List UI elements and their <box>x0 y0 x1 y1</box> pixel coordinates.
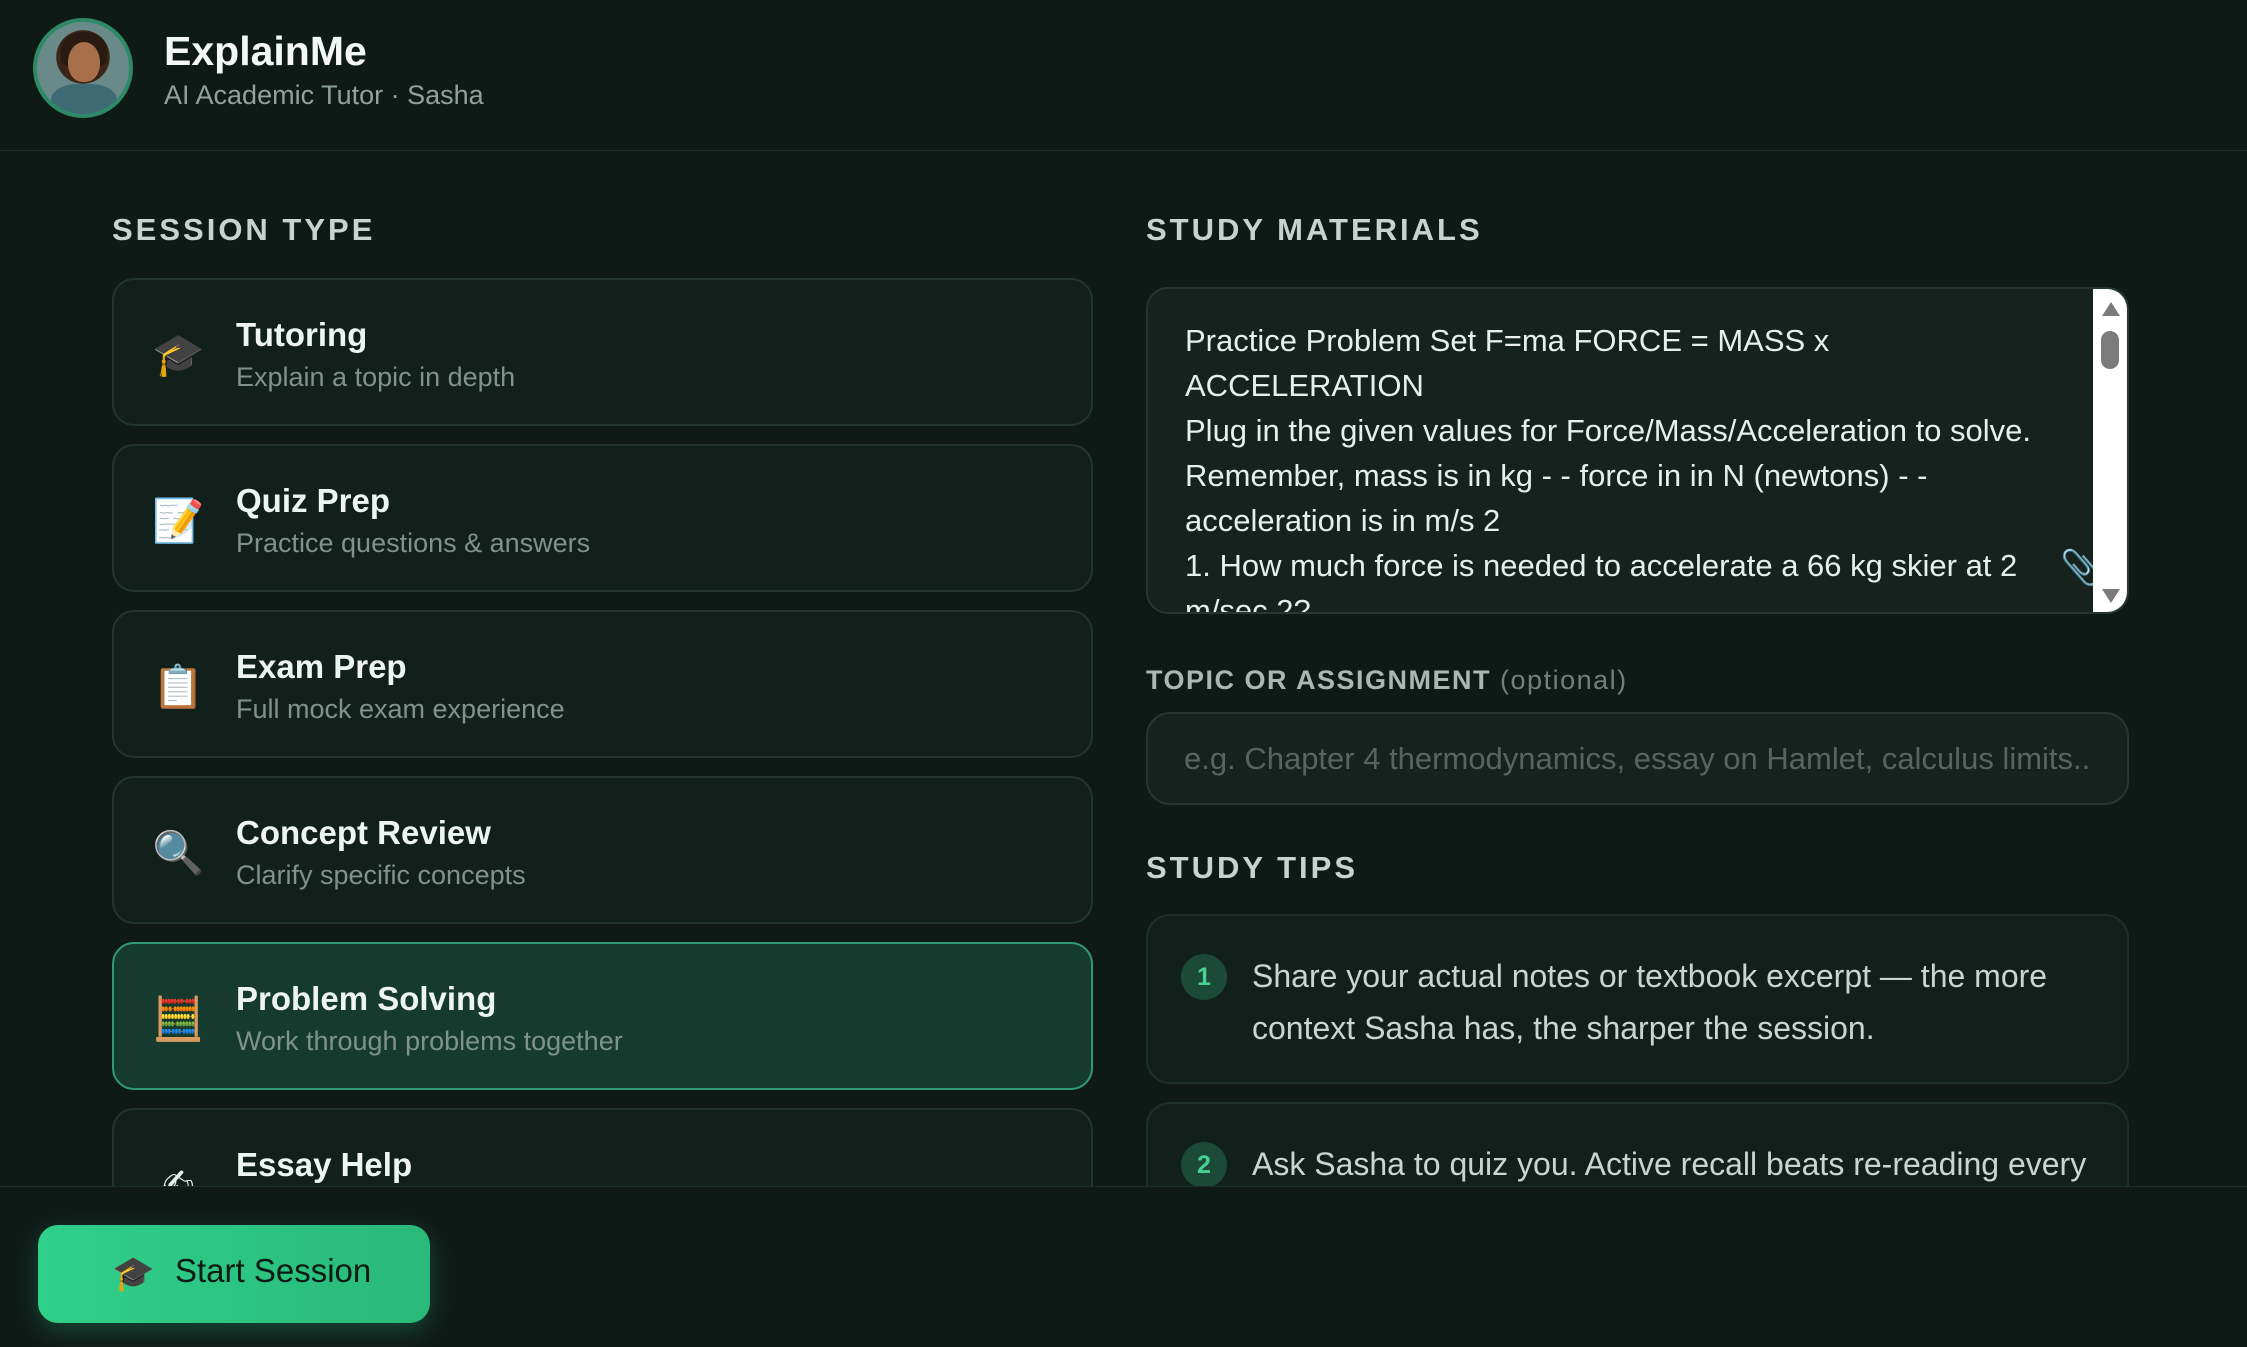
topic-optional-hint: (optional) <box>1500 665 1628 695</box>
session-option-title: Tutoring <box>236 316 368 353</box>
avatar-face <box>68 42 100 82</box>
start-session-button[interactable]: 🎓 Start Session <box>38 1225 430 1323</box>
session-option-tutoring[interactable]: 🎓 Tutoring Explain a topic in depth <box>112 278 1093 426</box>
abacus-icon: 🧮 <box>152 995 205 1042</box>
app-window: ExplainMe AI Academic Tutor · Sasha SESS… <box>0 0 2247 1347</box>
materials-scrollbar[interactable] <box>2093 289 2127 612</box>
app-subtitle: AI Academic Tutor · Sasha <box>164 80 484 110</box>
tutor-avatar <box>33 18 133 118</box>
memo-icon: 📝 <box>152 497 205 544</box>
session-option-title: Problem Solving <box>236 980 497 1017</box>
tip-text: Share your actual notes or textbook exce… <box>1252 958 2048 1046</box>
session-type-heading: SESSION TYPE <box>112 212 376 247</box>
session-option-essay-help[interactable]: ✍ Essay Help <box>112 1108 1093 1186</box>
session-option-exam-prep[interactable]: 📋 Exam Prep Full mock exam experience <box>112 610 1093 758</box>
tip-number-badge: 2 <box>1181 1142 1227 1186</box>
session-option-concept-review[interactable]: 🔍 Concept Review Clarify specific concep… <box>112 776 1093 924</box>
tip-card: 1 Share your actual notes or textbook ex… <box>1146 914 2129 1084</box>
scroll-thumb[interactable] <box>2101 331 2119 369</box>
session-option-desc: Explain a topic in depth <box>236 362 516 392</box>
session-option-title: Essay Help <box>236 1146 413 1183</box>
session-option-problem-solving[interactable]: 🧮 Problem Solving Work through problems … <box>112 942 1093 1090</box>
topic-input[interactable] <box>1146 712 2129 805</box>
graduation-cap-icon: 🎓 <box>152 331 205 378</box>
avatar-body <box>51 84 117 114</box>
graduation-cap-icon: 🎓 <box>112 1255 155 1293</box>
tip-number-badge: 1 <box>1181 954 1227 1000</box>
session-option-title: Concept Review <box>236 814 491 851</box>
writing-hand-icon: ✍ <box>159 1161 195 1186</box>
start-session-label: Start Session <box>175 1252 372 1289</box>
scroll-down-arrow-icon[interactable] <box>2102 589 2120 603</box>
session-option-desc: Full mock exam experience <box>236 694 565 724</box>
session-option-quiz-prep[interactable]: 📝 Quiz Prep Practice questions & answers <box>112 444 1093 592</box>
study-tips-heading: STUDY TIPS <box>1146 850 1359 885</box>
session-option-desc: Practice questions & answers <box>236 528 591 558</box>
app-header: ExplainMe AI Academic Tutor · Sasha <box>0 0 2247 151</box>
study-materials-heading: STUDY MATERIALS <box>1146 212 1483 247</box>
tip-text: Ask Sasha to quiz you. Active recall bea… <box>1252 1146 2087 1182</box>
topic-label: TOPIC OR ASSIGNMENT (optional) <box>1146 665 1628 696</box>
tip-card: 2 Ask Sasha to quiz you. Active recall b… <box>1146 1102 2129 1186</box>
session-option-title: Quiz Prep <box>236 482 391 519</box>
study-materials-textarea[interactable]: Practice Problem Set F=ma FORCE = MASS x… <box>1146 287 2129 614</box>
study-materials-text[interactable]: Practice Problem Set F=ma FORCE = MASS x… <box>1185 318 2065 612</box>
magnifier-icon: 🔍 <box>152 829 205 876</box>
session-option-desc: Work through problems together <box>236 1026 623 1056</box>
session-type-list: 🎓 Tutoring Explain a topic in depth 📝 Qu… <box>112 278 1093 1186</box>
topic-label-text: TOPIC OR ASSIGNMENT <box>1146 665 1492 695</box>
paperclip-icon[interactable]: 📎 <box>2060 551 2102 585</box>
study-tips-list: 1 Share your actual notes or textbook ex… <box>1146 914 2129 1186</box>
session-option-desc: Clarify specific concepts <box>236 860 526 890</box>
app-title: ExplainMe <box>164 28 367 74</box>
app-footer: 🎓 Start Session <box>0 1186 2247 1347</box>
scroll-up-arrow-icon[interactable] <box>2102 302 2120 316</box>
clipboard-icon: 📋 <box>152 663 205 710</box>
session-option-title: Exam Prep <box>236 648 407 685</box>
